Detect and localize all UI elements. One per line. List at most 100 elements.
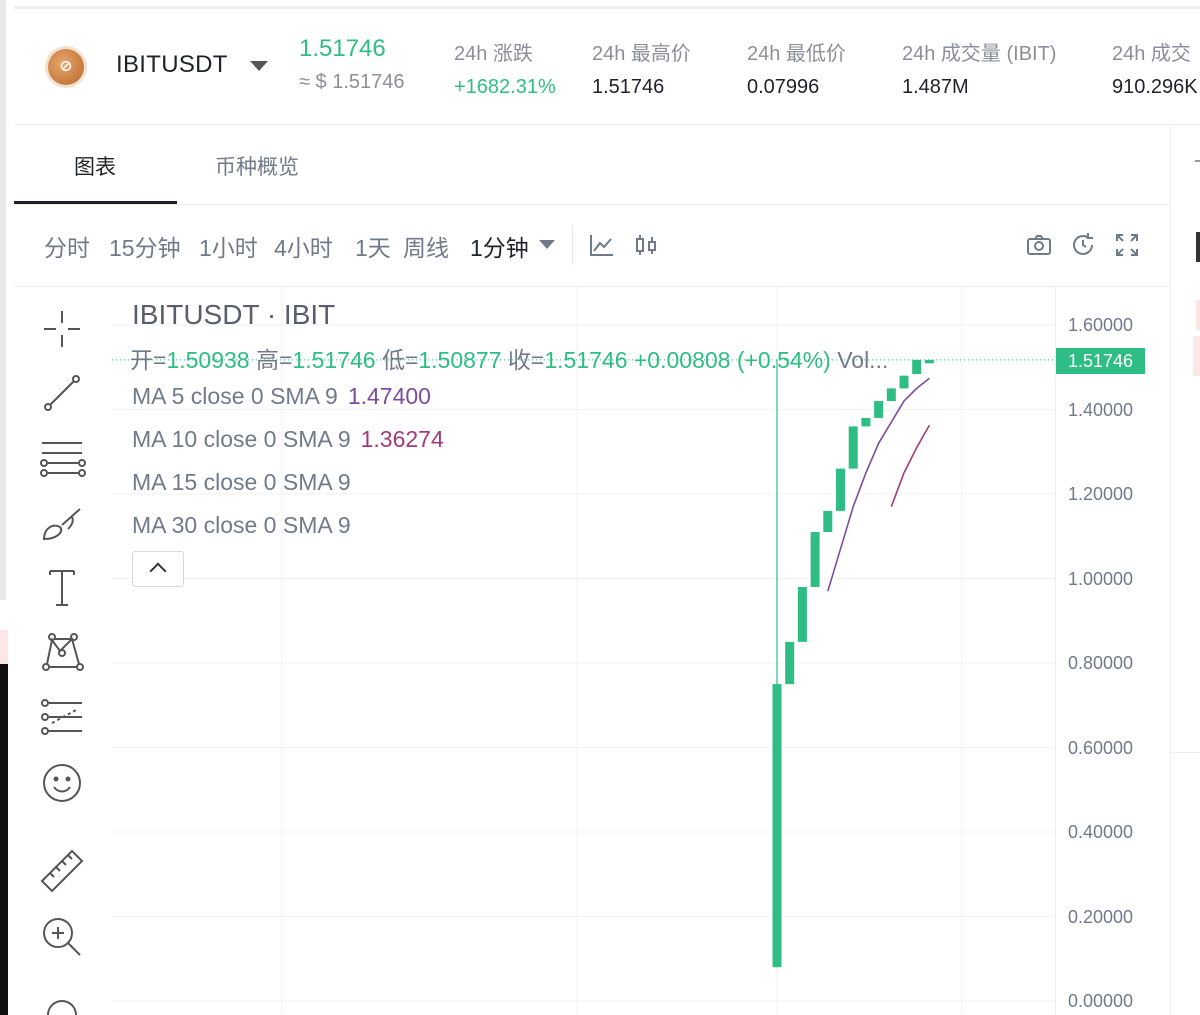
- price-usd: ≈ $ 1.51746: [299, 71, 405, 93]
- coin-logo-icon: ⊘: [48, 49, 84, 85]
- chevron-up-icon: [149, 562, 167, 580]
- timeframe-week[interactable]: 周线: [403, 229, 449, 263]
- stat-value: 1.51746: [592, 76, 665, 98]
- candle-body: [785, 641, 795, 685]
- candle-body: [924, 359, 934, 364]
- timeframe-dropdown-icon[interactable]: [539, 240, 555, 249]
- y-axis-tick-label: 1.00000: [1068, 568, 1134, 589]
- timeframe-4h[interactable]: 4小时: [274, 229, 333, 263]
- stat-turnover: 24h 成交 910.296K: [1112, 37, 1200, 99]
- candlestick-icon[interactable]: [632, 231, 660, 259]
- y-axis-tick-label: 0.00000: [1068, 991, 1134, 1011]
- more-tools-icon[interactable]: [38, 991, 86, 1015]
- refresh-icon[interactable]: [1069, 231, 1097, 259]
- open-value: 1.50938: [166, 347, 250, 373]
- stat-label: 24h 最低价: [747, 43, 846, 65]
- candle-body: [797, 586, 807, 642]
- last-price: 1.51746: [299, 35, 386, 62]
- vol-label: Vol...: [837, 347, 889, 373]
- close-value: 1.51746: [544, 347, 628, 373]
- timeframe-time[interactable]: 分时: [44, 229, 90, 263]
- active-tab-indicator: [14, 201, 177, 204]
- last-price-tag: 1.51746: [1056, 348, 1145, 374]
- legend-collapse-button[interactable]: [132, 551, 184, 587]
- y-axis-tick-label: 0.40000: [1068, 822, 1134, 842]
- text-icon[interactable]: [38, 563, 86, 611]
- y-axis-tick-label: 1.20000: [1068, 484, 1134, 504]
- timeframe-1m[interactable]: 1分钟: [470, 229, 529, 263]
- drawing-tools-sidebar: [14, 287, 112, 1015]
- candle-body: [886, 388, 896, 402]
- stat-value: +1682.31%: [454, 76, 556, 98]
- symbol-dropdown-icon[interactable]: [250, 61, 268, 71]
- symbol-label[interactable]: IBITUSDT: [116, 51, 228, 79]
- stat-label: 24h 涨跌: [454, 43, 533, 65]
- ticker-header: ⊘ IBITUSDT 1.51746 ≈ $ 1.51746 24h 涨跌 +1…: [14, 9, 1200, 125]
- high-label: 高=: [255, 347, 293, 373]
- stat-label: 24h 成交: [1112, 43, 1191, 65]
- panel-divider: [1170, 125, 1171, 1015]
- stat-high: 24h 最高价 1.51746: [592, 37, 691, 99]
- candle-body: [912, 359, 922, 375]
- ma-label: MA 15 close 0 SMA 9: [132, 469, 351, 495]
- trend-line-icon[interactable]: [38, 369, 86, 417]
- low-value: 1.50877: [418, 347, 502, 373]
- ohlc-readout: 开=1.50938 高=1.51746 低=1.50877 收=1.51746 …: [130, 341, 888, 375]
- ma5-legend[interactable]: MA 5 close 0 SMA 9 1.47400: [132, 383, 431, 410]
- candle-body: [899, 375, 909, 389]
- stat-volume: 24h 成交量 (IBIT) 1.487M: [902, 37, 1056, 99]
- stat-value: 0.07996: [747, 76, 820, 98]
- candle-body: [810, 532, 820, 587]
- line-chart-icon[interactable]: [588, 231, 616, 259]
- brush-icon[interactable]: [38, 499, 86, 547]
- ma15-legend[interactable]: MA 15 close 0 SMA 9: [132, 469, 351, 496]
- stat-label: 24h 成交量 (IBIT): [902, 43, 1057, 65]
- ma-value: 1.36274: [360, 426, 444, 452]
- ma-label: MA 30 close 0 SMA 9: [132, 512, 351, 538]
- ma-label: MA 5 close 0 SMA 9: [132, 383, 338, 409]
- tab-chart[interactable]: 图表: [74, 151, 116, 181]
- close-label: 收=: [507, 347, 545, 373]
- y-axis-tick-label: 0.60000: [1068, 737, 1134, 758]
- timeframe-15m[interactable]: 15分钟: [109, 229, 181, 263]
- horizontal-lines-icon[interactable]: [38, 433, 86, 481]
- price-axis-separator: [1055, 287, 1056, 1015]
- stat-label: 24h 最高价: [592, 43, 691, 65]
- view-tabs: 图表 币种概览: [14, 125, 1170, 205]
- ma-label: MA 10 close 0 SMA 9: [132, 426, 351, 452]
- timeframe-1d[interactable]: 1天: [355, 229, 391, 263]
- open-label: 开=: [130, 347, 167, 373]
- candle-body: [836, 468, 845, 511]
- crosshair-icon[interactable]: [38, 305, 86, 353]
- change-value: +0.00808 (+0.54%): [633, 347, 831, 373]
- ruler-icon[interactable]: [38, 847, 86, 895]
- ma-value: 1.47400: [347, 383, 431, 409]
- legend-title: IBITUSDT · IBIT: [132, 299, 336, 330]
- price-chart[interactable]: IBITUSDT · IBIT 开=1.50938 高=1.51746 低=1.…: [112, 287, 1170, 1015]
- ma30-legend[interactable]: MA 30 close 0 SMA 9: [132, 512, 351, 539]
- fib-icon[interactable]: [38, 693, 86, 741]
- stat-value: 910.296K: [1112, 76, 1198, 98]
- chart-toolbar: 分时 15分钟 1小时 4小时 1天 周线 1分钟: [14, 205, 1170, 287]
- camera-icon[interactable]: [1025, 231, 1053, 259]
- y-axis-tick-label: 0.80000: [1068, 653, 1134, 673]
- tab-coin-overview[interactable]: 币种概览: [215, 151, 299, 181]
- emoji-icon[interactable]: [38, 759, 86, 807]
- zoom-in-icon[interactable]: [38, 913, 86, 961]
- pattern-icon[interactable]: [38, 627, 86, 675]
- ma10-legend[interactable]: MA 10 close 0 SMA 9 1.36274: [132, 426, 444, 453]
- low-label: 低=: [381, 347, 419, 373]
- fullscreen-icon[interactable]: [1113, 231, 1141, 259]
- y-axis-tick-label: 0.20000: [1068, 906, 1134, 927]
- toolbar-separator: [572, 225, 573, 265]
- chart-legend: IBITUSDT · IBIT: [132, 299, 335, 331]
- candle-body: [874, 401, 884, 418]
- left-window-edge: [0, 0, 14, 1015]
- high-value: 1.51746: [292, 347, 376, 373]
- candle-body: [848, 426, 858, 469]
- stat-change: 24h 涨跌 +1682.31%: [454, 37, 556, 99]
- y-axis-tick-label: 1.60000: [1068, 315, 1134, 335]
- timeframe-1h[interactable]: 1小时: [199, 229, 258, 263]
- stat-low: 24h 最低价 0.07996: [747, 37, 846, 99]
- candle-body: [861, 417, 871, 427]
